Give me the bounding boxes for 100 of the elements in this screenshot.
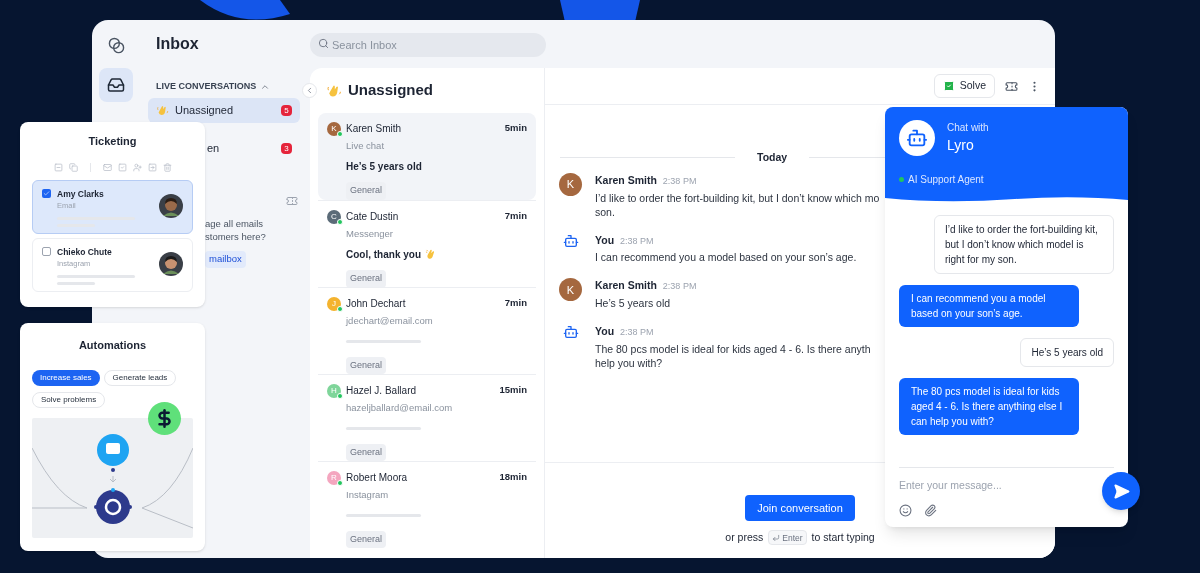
message-input[interactable]: Enter your message... bbox=[899, 474, 1089, 496]
move-icon[interactable] bbox=[147, 162, 157, 172]
chevron-up-icon[interactable] bbox=[260, 82, 271, 92]
send-icon bbox=[1112, 482, 1130, 500]
avatar-icon bbox=[159, 193, 183, 218]
tag: General bbox=[346, 270, 387, 288]
tag: General bbox=[346, 356, 387, 374]
message-time: 2:38 PM bbox=[620, 234, 654, 248]
ticket-name: Chieko Chute bbox=[57, 245, 113, 259]
checkbox[interactable] bbox=[42, 188, 51, 198]
message-text: I’d like to order the fort-building kit, but I don’t know which mo son. bbox=[595, 190, 880, 219]
contact-name: Cate Dustin bbox=[346, 210, 400, 224]
robot-icon bbox=[906, 127, 928, 149]
inbox-icon bbox=[107, 76, 125, 94]
message-preview: Cool, thank you bbox=[346, 248, 421, 263]
copy-icon[interactable] bbox=[68, 162, 78, 172]
message-preview: He’s 5 years old bbox=[346, 160, 422, 175]
count-badge: 3 bbox=[281, 143, 292, 154]
tag: General bbox=[346, 443, 387, 461]
sidebar-item-label: Unassigned bbox=[175, 103, 235, 119]
time-label: 15min bbox=[499, 383, 527, 398]
message-text: He’s 5 years old bbox=[595, 296, 672, 310]
status-text: AI Support Agent bbox=[908, 173, 984, 187]
hint-text: to start typing bbox=[811, 530, 875, 545]
prompt-text: stomers here? bbox=[205, 230, 267, 243]
overlapping-circles-icon[interactable] bbox=[107, 37, 125, 54]
channel-label: hazeljballard@email.com bbox=[346, 401, 454, 415]
channel-label: Live chat bbox=[346, 139, 386, 153]
add-user-icon[interactable] bbox=[132, 162, 142, 172]
card-title: Automations bbox=[78, 338, 147, 353]
channel-label: Messenger bbox=[346, 227, 394, 241]
user-message: I’d like to order the fort-building kit, but I don’t know which model is right for my son. bbox=[934, 215, 1114, 274]
inbox-nav-button[interactable] bbox=[99, 68, 133, 102]
conversation-item[interactable]: K Karen Smith 5min Live chat He’s 5 years old General bbox=[318, 113, 536, 200]
date-divider-label: Today bbox=[757, 150, 788, 165]
minus-box-icon[interactable] bbox=[53, 162, 63, 172]
author-name: You bbox=[595, 324, 615, 339]
mailbox-button[interactable]: mailbox bbox=[205, 251, 246, 268]
send-button[interactable] bbox=[1102, 472, 1140, 510]
avatar: K bbox=[559, 278, 582, 302]
time-label: 7min bbox=[504, 209, 527, 224]
emoji-icon[interactable] bbox=[899, 504, 912, 517]
widget-subtitle: Chat with bbox=[947, 121, 989, 135]
avatar: R bbox=[327, 470, 341, 485]
message-time: 2:38 PM bbox=[620, 326, 654, 339]
avatar: H bbox=[327, 383, 341, 398]
search-icon bbox=[318, 38, 329, 49]
solve-button[interactable]: Solve bbox=[933, 74, 995, 98]
channel-label: jdechart@email.com bbox=[346, 314, 434, 328]
bot-message: I can recommend you a model based on your son’s age. bbox=[899, 285, 1079, 327]
tag: General bbox=[346, 182, 387, 200]
join-conversation-button[interactable]: Join conversation bbox=[745, 495, 855, 521]
time-label: 7min bbox=[504, 296, 527, 311]
sidebar-item-label: en bbox=[207, 141, 221, 157]
contact-name: Karen Smith bbox=[346, 122, 403, 136]
prompt-text: age all emails bbox=[205, 217, 265, 230]
bot-message: The 80 pcs model is ideal for kids aged 4 - 6. Is there anything else I can help you with? bbox=[899, 378, 1079, 435]
message-text: The 80 pcs model is ideal for kids aged 4 - 6. Is there anyth help you with? bbox=[595, 341, 872, 370]
message-text: I can recommend you a model based on your son’s age. bbox=[595, 250, 858, 265]
check-icon bbox=[942, 80, 955, 92]
widget-title: Lyro bbox=[947, 136, 975, 155]
collapse-button[interactable] bbox=[302, 83, 317, 98]
check-box-icon[interactable] bbox=[117, 162, 127, 172]
conversation-item[interactable]: H Hazel J. Ballard 15min hazeljballard@email.com General bbox=[318, 374, 536, 461]
conversation-item[interactable]: J John Dechart 7min jdechart@email.com General bbox=[318, 287, 536, 374]
message-time: 2:38 PM bbox=[662, 174, 697, 188]
message-time: 2:38 PM bbox=[662, 280, 697, 294]
avatar: J bbox=[327, 296, 341, 311]
avatar: K bbox=[327, 121, 341, 136]
contact-name: Robert Moora bbox=[346, 471, 409, 485]
mail-icon[interactable] bbox=[102, 162, 112, 172]
enter-icon bbox=[772, 533, 781, 542]
sidebar-item[interactable]: Unassigned 5 bbox=[148, 98, 300, 123]
channel-label: Instagram bbox=[346, 488, 390, 502]
enter-key: Enter bbox=[768, 530, 807, 546]
avatar: C bbox=[327, 209, 341, 224]
tag: General bbox=[346, 530, 387, 548]
list-title: Unassigned bbox=[348, 80, 434, 101]
time-label: 5min bbox=[504, 121, 527, 136]
page-title: Inbox bbox=[156, 35, 199, 52]
ticket-icon[interactable] bbox=[1005, 79, 1018, 93]
attachment-icon[interactable] bbox=[924, 504, 937, 517]
filter-chip[interactable]: Increase sales bbox=[32, 369, 100, 386]
conversation-item[interactable]: C Cate Dustin 7min Messenger Cool, thank you General bbox=[318, 200, 536, 287]
avatar: K bbox=[559, 172, 582, 196]
author-name: Karen Smith bbox=[595, 172, 657, 188]
conversation-item[interactable]: R Robert Moora 18min Instagram General bbox=[318, 461, 536, 548]
card-title: Ticketing bbox=[88, 134, 137, 149]
author-name: You bbox=[595, 232, 615, 248]
count-badge: 5 bbox=[281, 105, 292, 116]
hint-text: or press bbox=[725, 530, 764, 545]
sidebar-item[interactable]: en 3 bbox=[206, 136, 300, 161]
robot-icon bbox=[562, 232, 579, 249]
checkbox[interactable] bbox=[42, 246, 51, 256]
chevron-left-icon bbox=[305, 86, 314, 95]
search-field[interactable]: Search Inbox bbox=[310, 32, 546, 57]
section-heading: LIVE CONVERSATIONS bbox=[156, 80, 257, 94]
time-label: 18min bbox=[499, 470, 527, 485]
trash-icon[interactable] bbox=[162, 162, 172, 172]
ticket-name: Amy Clarks bbox=[57, 187, 105, 201]
